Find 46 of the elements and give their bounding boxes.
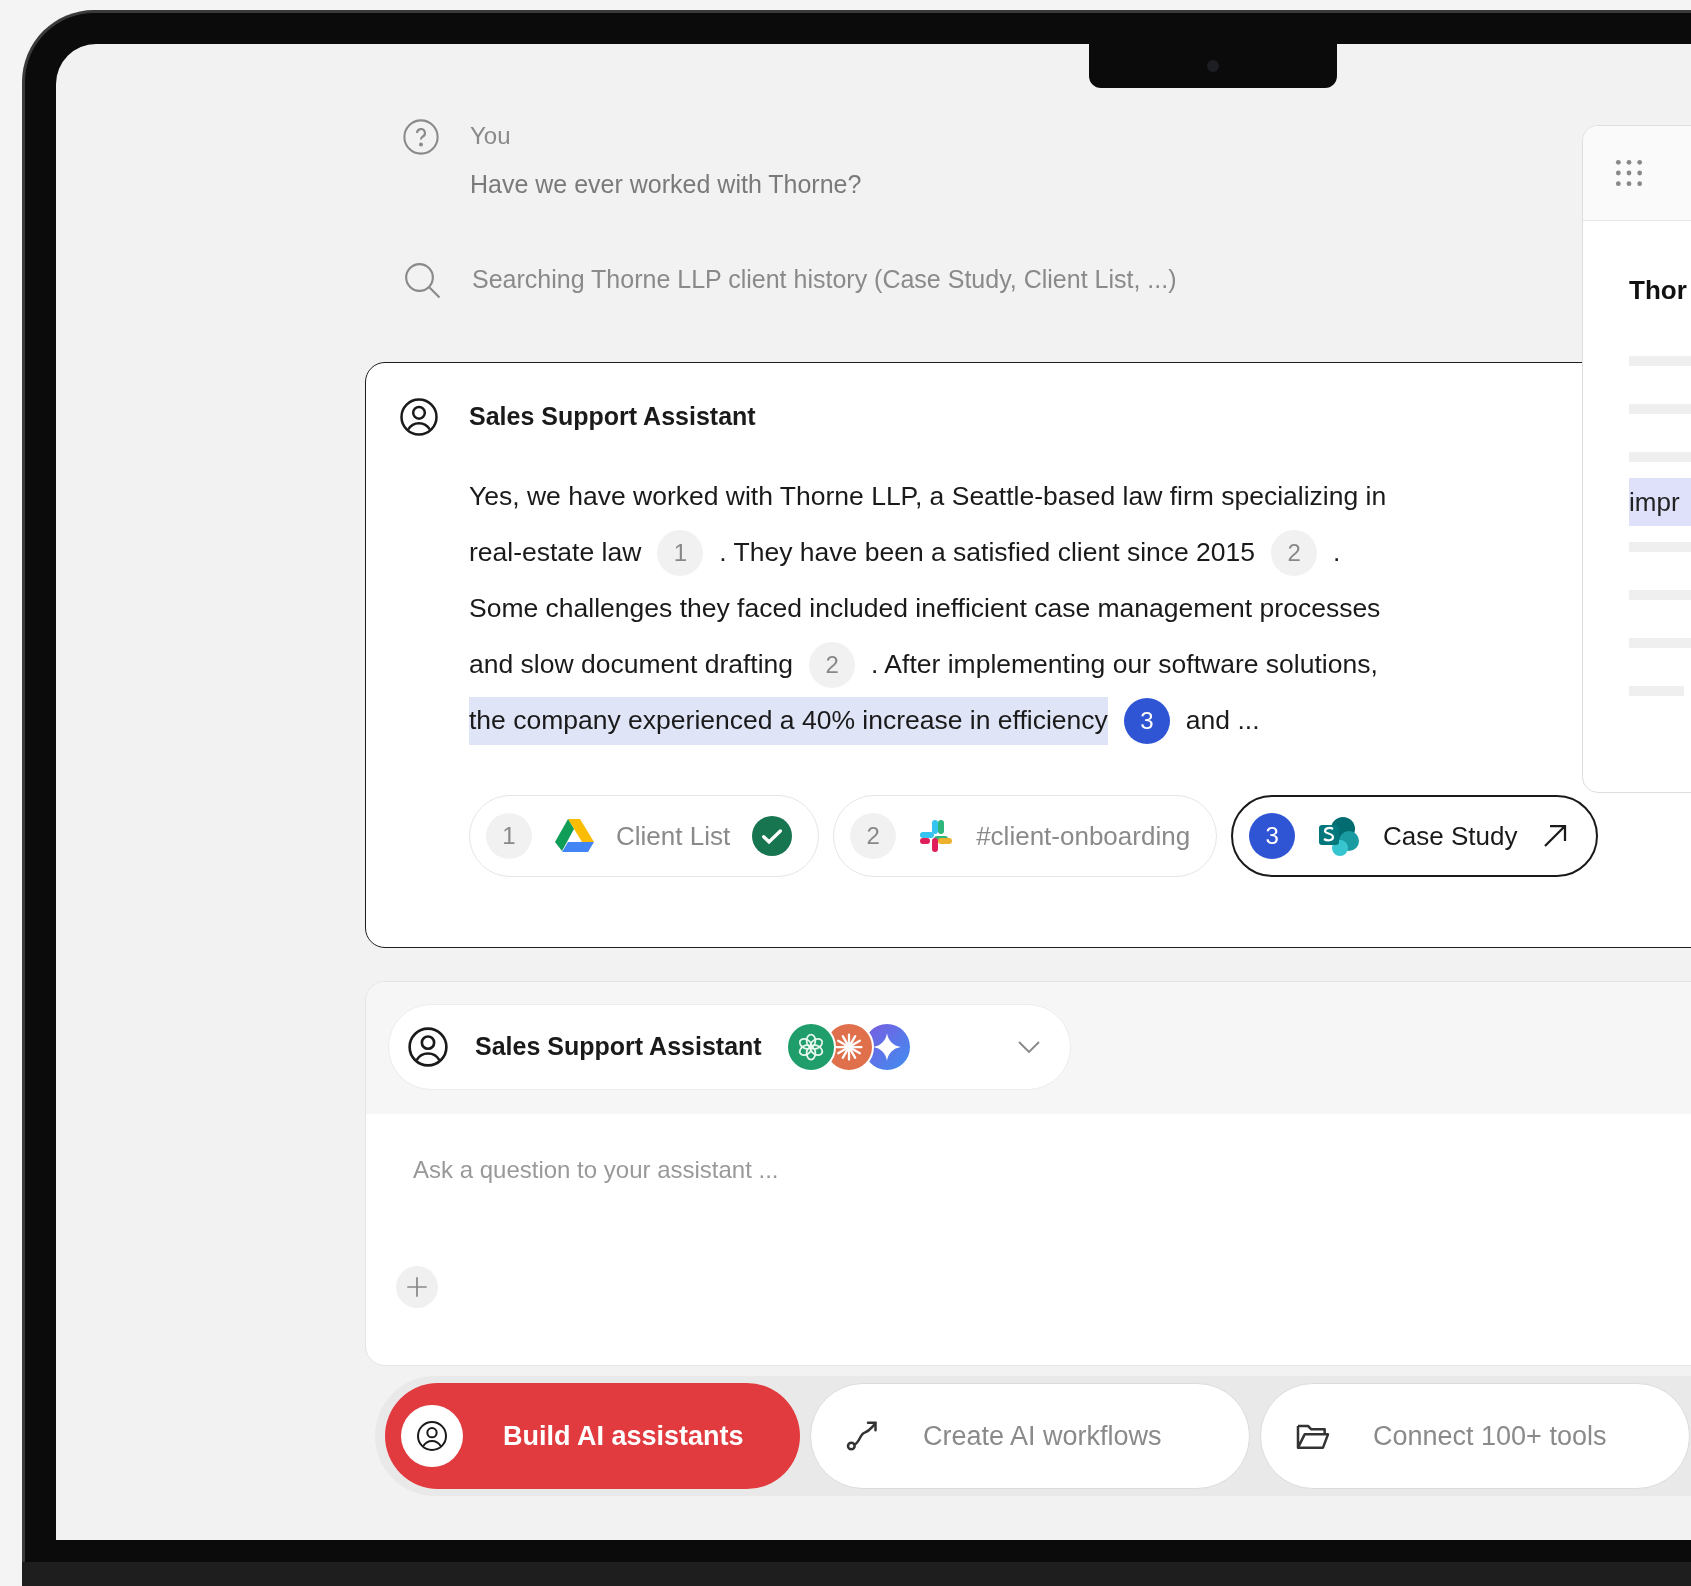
help-icon: [402, 118, 440, 156]
camera-lens: [1207, 60, 1219, 72]
search-icon: [402, 260, 442, 300]
answer-text: real-estate law: [469, 536, 642, 570]
preview-highlight: impr: [1629, 478, 1691, 526]
preview-title: Thor: [1629, 274, 1688, 307]
user-name: You: [470, 121, 512, 151]
answer-text: the company experienced a 40% increase in efficiency: [469, 697, 1108, 745]
source-label: Client List: [616, 819, 731, 853]
slack-logo-icon: [918, 818, 955, 854]
grid-dots-icon: [1613, 157, 1645, 189]
answer-text: and ...: [1185, 704, 1260, 738]
source-chip[interactable]: 2 #client-onboarding: [833, 795, 1218, 877]
person-glyph: [416, 1420, 448, 1452]
answer-text: .: [1333, 536, 1341, 570]
source-number: 3: [1249, 813, 1296, 859]
drive-logo-icon: [554, 818, 594, 854]
selector-assistant-name: Sales Support Assistant: [475, 1031, 762, 1063]
assistant-name: Sales Support Assistant: [469, 401, 756, 433]
search-status: Searching Thorne LLP client history (Case Study, Client List, ...): [472, 264, 1177, 296]
feature-tab[interactable]: Create AI workflows: [810, 1383, 1250, 1489]
assistant-selector[interactable]: Sales Support Assistant: [388, 1004, 1071, 1090]
feature-tab[interactable]: Build AI assistants: [385, 1383, 800, 1489]
citation-badge[interactable]: 1: [657, 530, 704, 576]
assistant-icon: [399, 397, 439, 437]
source-number: 2: [850, 813, 897, 859]
assistant-icon: [407, 1026, 449, 1068]
user-message: Have we ever worked with Thorne?: [470, 169, 862, 200]
plus-icon: [404, 1274, 430, 1300]
source-chip[interactable]: 3 Case Study: [1231, 795, 1598, 877]
source-number: 1: [486, 813, 532, 859]
question-input[interactable]: Ask a question to your assistant ...: [413, 1150, 1413, 1190]
citation-badge[interactable]: 2: [809, 642, 856, 688]
citation-badge[interactable]: 2: [1271, 530, 1318, 576]
answer-text: . After implementing our software solutions,: [871, 648, 1378, 682]
source-label: #client-onboarding: [976, 819, 1191, 853]
answer-text: Yes, we have worked with Thorne LLP, a Seattle-based law firm specializing in: [469, 480, 1387, 514]
add-button[interactable]: [396, 1266, 438, 1308]
answer-text: and slow document drafting: [469, 648, 794, 682]
citation-badge[interactable]: 3: [1123, 698, 1170, 744]
source-chip[interactable]: 1 Client List: [469, 795, 820, 877]
answer-text: Some challenges they faced included inefficient case management processes: [469, 592, 1381, 626]
source-label: Case Study: [1383, 819, 1518, 853]
answer-text: . They have been a satisfied client since 2015: [719, 536, 1256, 570]
sharepoint-logo-icon: [1317, 816, 1362, 856]
feature-tab[interactable]: Connect 100+ tools: [1260, 1383, 1690, 1489]
